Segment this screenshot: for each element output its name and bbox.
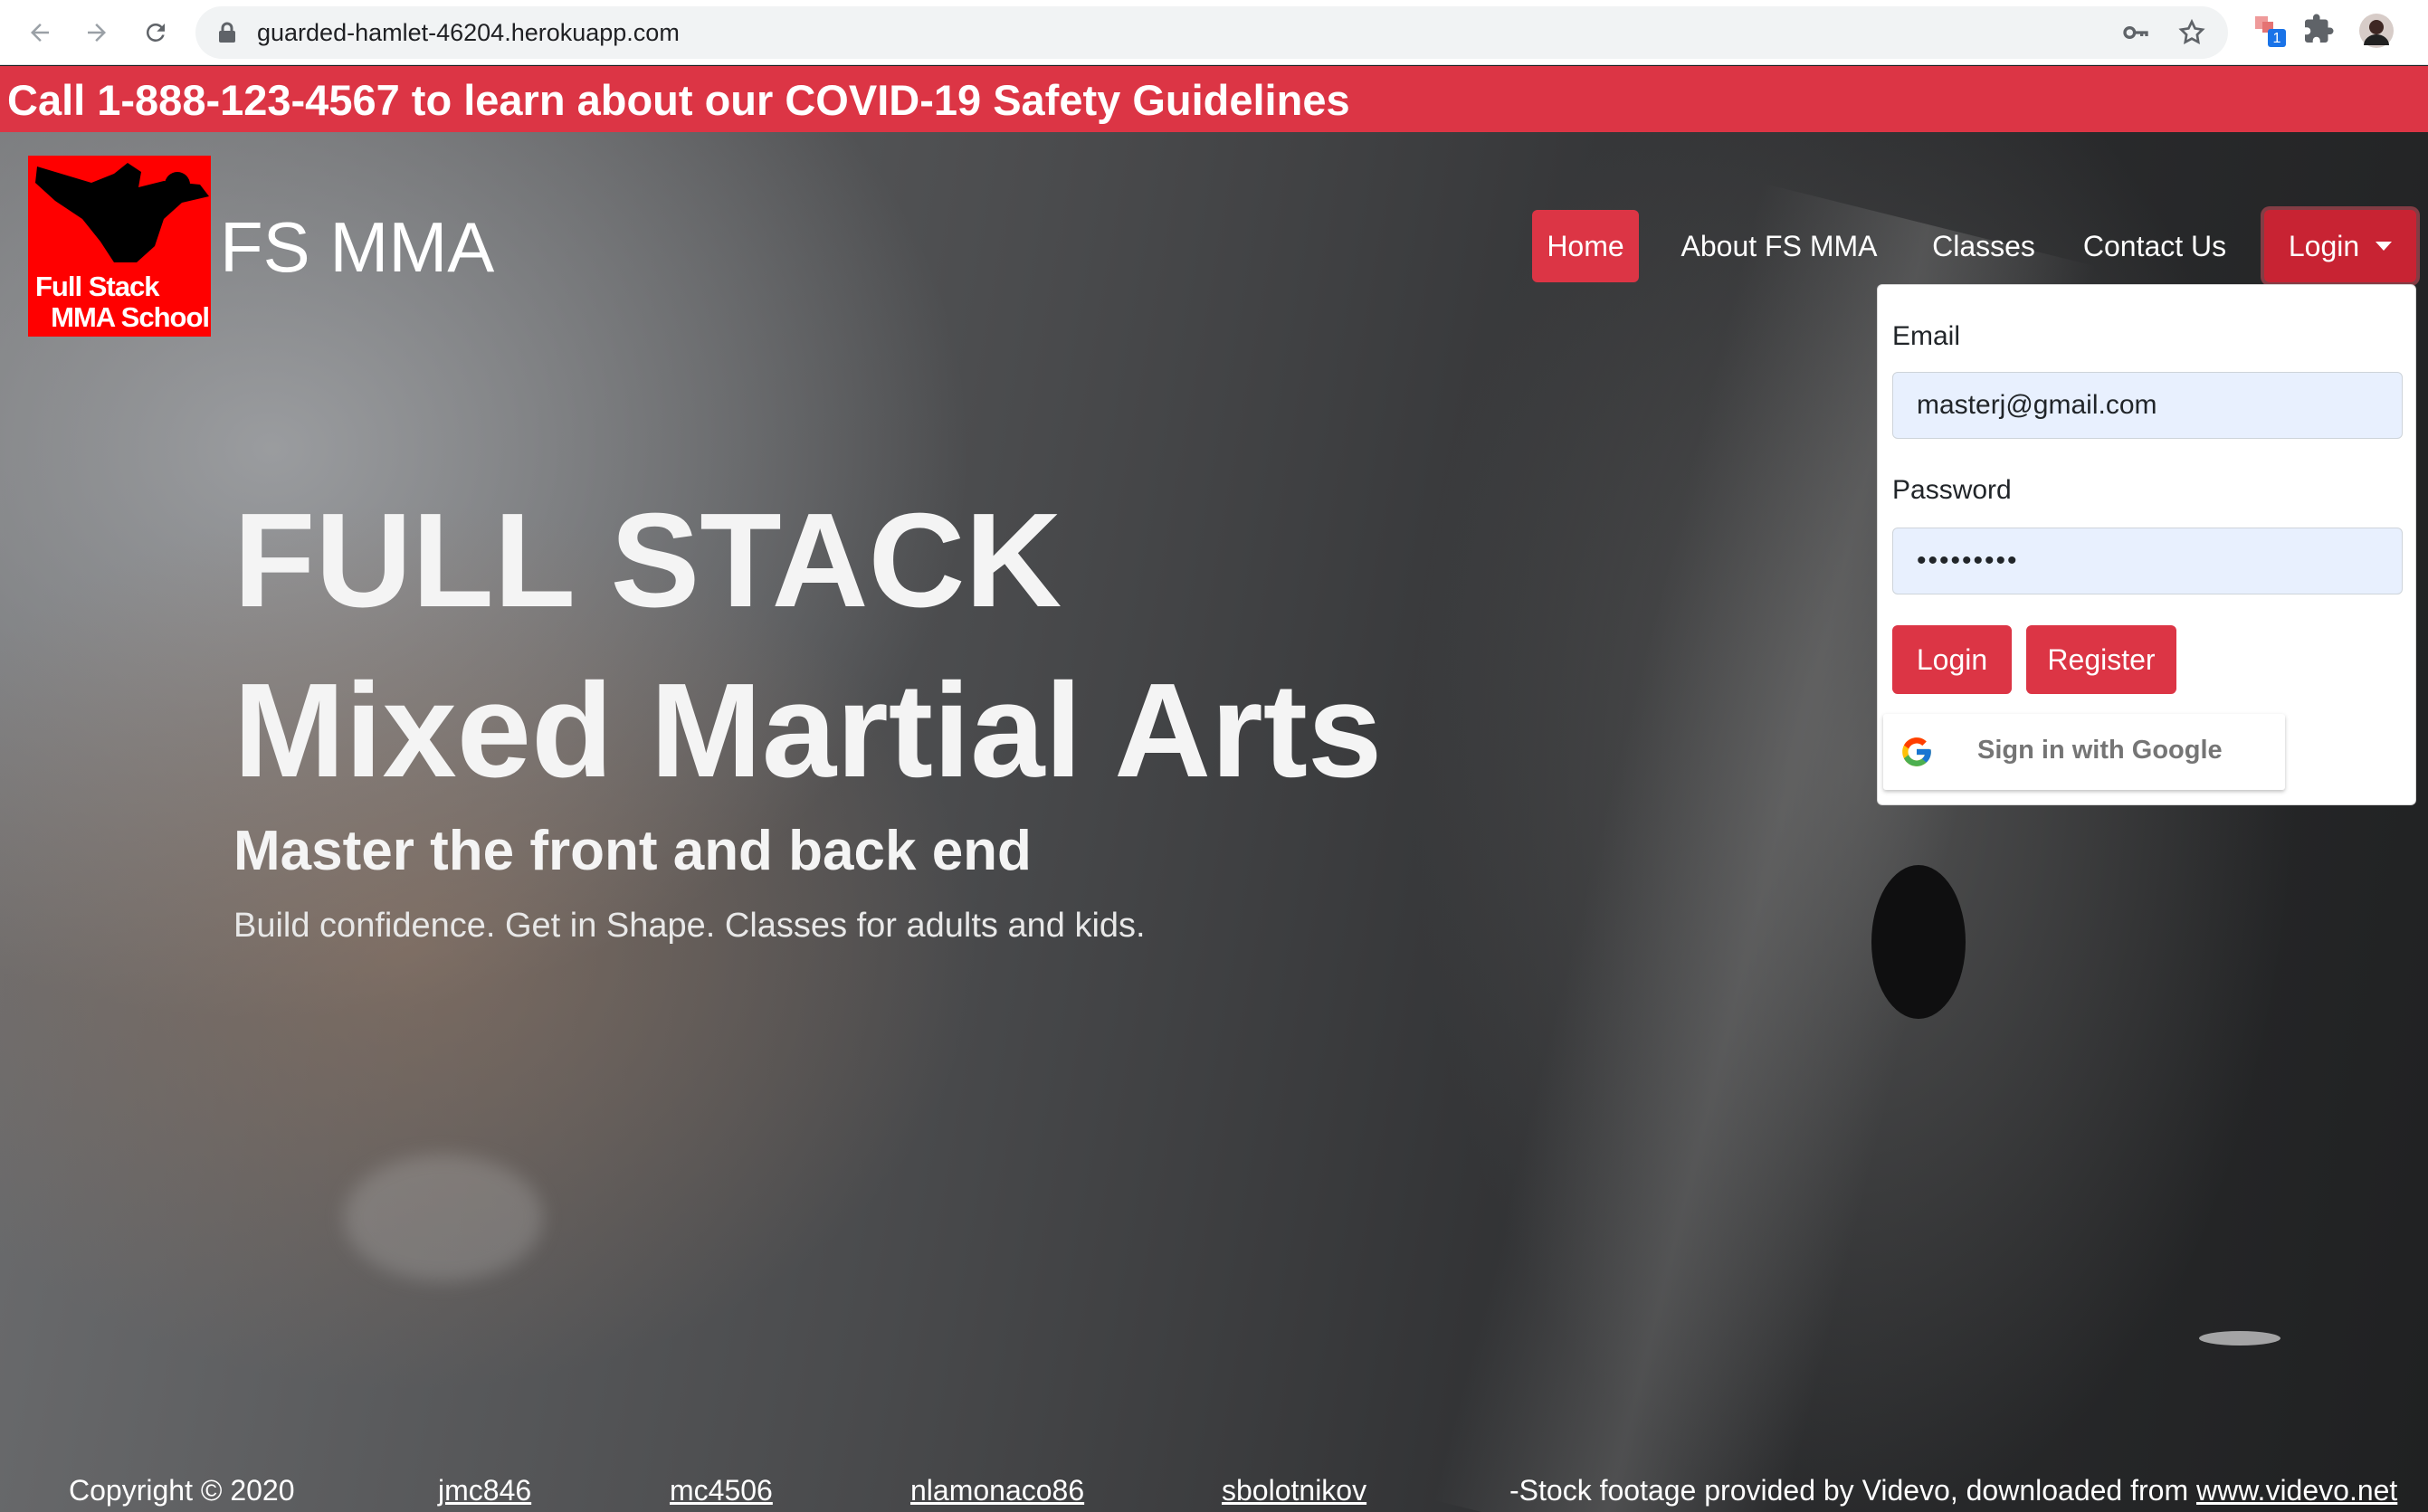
extensions-puzzle-button[interactable] (2302, 13, 2338, 49)
email-value: masterj@gmail.com (1917, 390, 2157, 420)
key-icon[interactable] (2121, 18, 2150, 47)
footer-author-link[interactable]: jmc846 (438, 1474, 531, 1507)
brand-name[interactable]: FS MMA (220, 206, 494, 289)
login-submit-button[interactable]: Login (1892, 625, 2012, 694)
videvo-link[interactable]: www.videvo.net (2196, 1474, 2397, 1507)
hero-title-line2: Mixed Martial Arts (233, 656, 1383, 805)
login-dropdown-menu: Email masterj@gmail.com Password •••••••… (1877, 284, 2416, 805)
nav-about[interactable]: About FS MMA (1681, 210, 1878, 282)
nav-contact[interactable]: Contact Us (2083, 210, 2226, 282)
bookmark-star-icon[interactable] (2177, 18, 2206, 47)
logo-line2: MMA School (51, 301, 210, 333)
hero-lead-text: Build confidence. Get in Shape. Classes … (233, 907, 1146, 945)
svg-text:1: 1 (2273, 31, 2281, 46)
back-arrow-icon (31, 24, 49, 42)
login-toggle-label: Login (2288, 229, 2360, 262)
extension-badge-icon: 1 (2255, 16, 2286, 47)
profile-avatar-button[interactable] (2358, 13, 2395, 49)
password-value: ••••••••• (1917, 546, 2019, 575)
nav-classes[interactable]: Classes (1932, 210, 2035, 282)
password-field[interactable]: ••••••••• (1892, 528, 2403, 594)
address-bar[interactable]: guarded-hamlet-46204.herokuapp.com (195, 6, 2228, 59)
footer-stock-credit: -Stock footage provided by Videvo, downl… (1509, 1474, 2397, 1507)
forward-button[interactable] (75, 11, 119, 54)
hero-background-shape (2199, 1331, 2280, 1346)
google-logo-icon (1902, 737, 1931, 766)
footer-copyright: Copyright © 2020 (69, 1474, 295, 1507)
hero-background-shape (344, 1155, 543, 1281)
extension-icon[interactable]: 1 (2253, 13, 2290, 49)
logo-line1: Full Stack (35, 271, 159, 302)
fighter-silhouette-icon (35, 163, 209, 262)
avatar (2359, 14, 2394, 48)
email-label: Email (1892, 321, 1961, 351)
register-button[interactable]: Register (2026, 625, 2176, 694)
password-label: Password (1892, 475, 2012, 505)
reload-button[interactable] (134, 11, 177, 54)
footer-author-link[interactable]: sbolotnikov (1222, 1474, 1366, 1507)
footer-author-link[interactable]: nlamonaco86 (910, 1474, 1084, 1507)
google-signin-button[interactable]: Sign in with Google (1883, 714, 2285, 790)
footer-author-link[interactable]: mc4506 (670, 1474, 773, 1507)
back-button[interactable] (18, 11, 62, 54)
alert-text: Call 1-888-123-4567 to learn about our C… (7, 76, 1350, 124)
reload-icon (146, 23, 165, 42)
stock-credit-text: -Stock footage provided by Videvo, downl… (1509, 1474, 2196, 1507)
browser-toolbar: guarded-hamlet-46204.herokuapp.com 1 (0, 0, 2428, 65)
school-logo[interactable]: Full Stack MMA School (28, 156, 211, 337)
hero-subtitle: Master the front and back end (233, 820, 1032, 882)
hero-background-shape (1871, 865, 1966, 1019)
caret-down-icon (2376, 242, 2393, 251)
lock-icon (219, 22, 235, 43)
google-signin-label: Sign in with Google (1977, 736, 2223, 765)
logo-text: Full Stack MMA School (32, 271, 211, 333)
hero-title-line1: FULL STACK (233, 486, 1062, 635)
login-dropdown-toggle[interactable]: Login (2264, 210, 2416, 282)
url-text: guarded-hamlet-46204.herokuapp.com (257, 19, 680, 46)
puzzle-icon (2305, 14, 2334, 43)
email-field[interactable]: masterj@gmail.com (1892, 372, 2403, 439)
nav-home[interactable]: Home (1532, 210, 1639, 282)
covid-alert-bar: Call 1-888-123-4567 to learn about our C… (0, 66, 2428, 132)
forward-arrow-icon (88, 24, 106, 42)
